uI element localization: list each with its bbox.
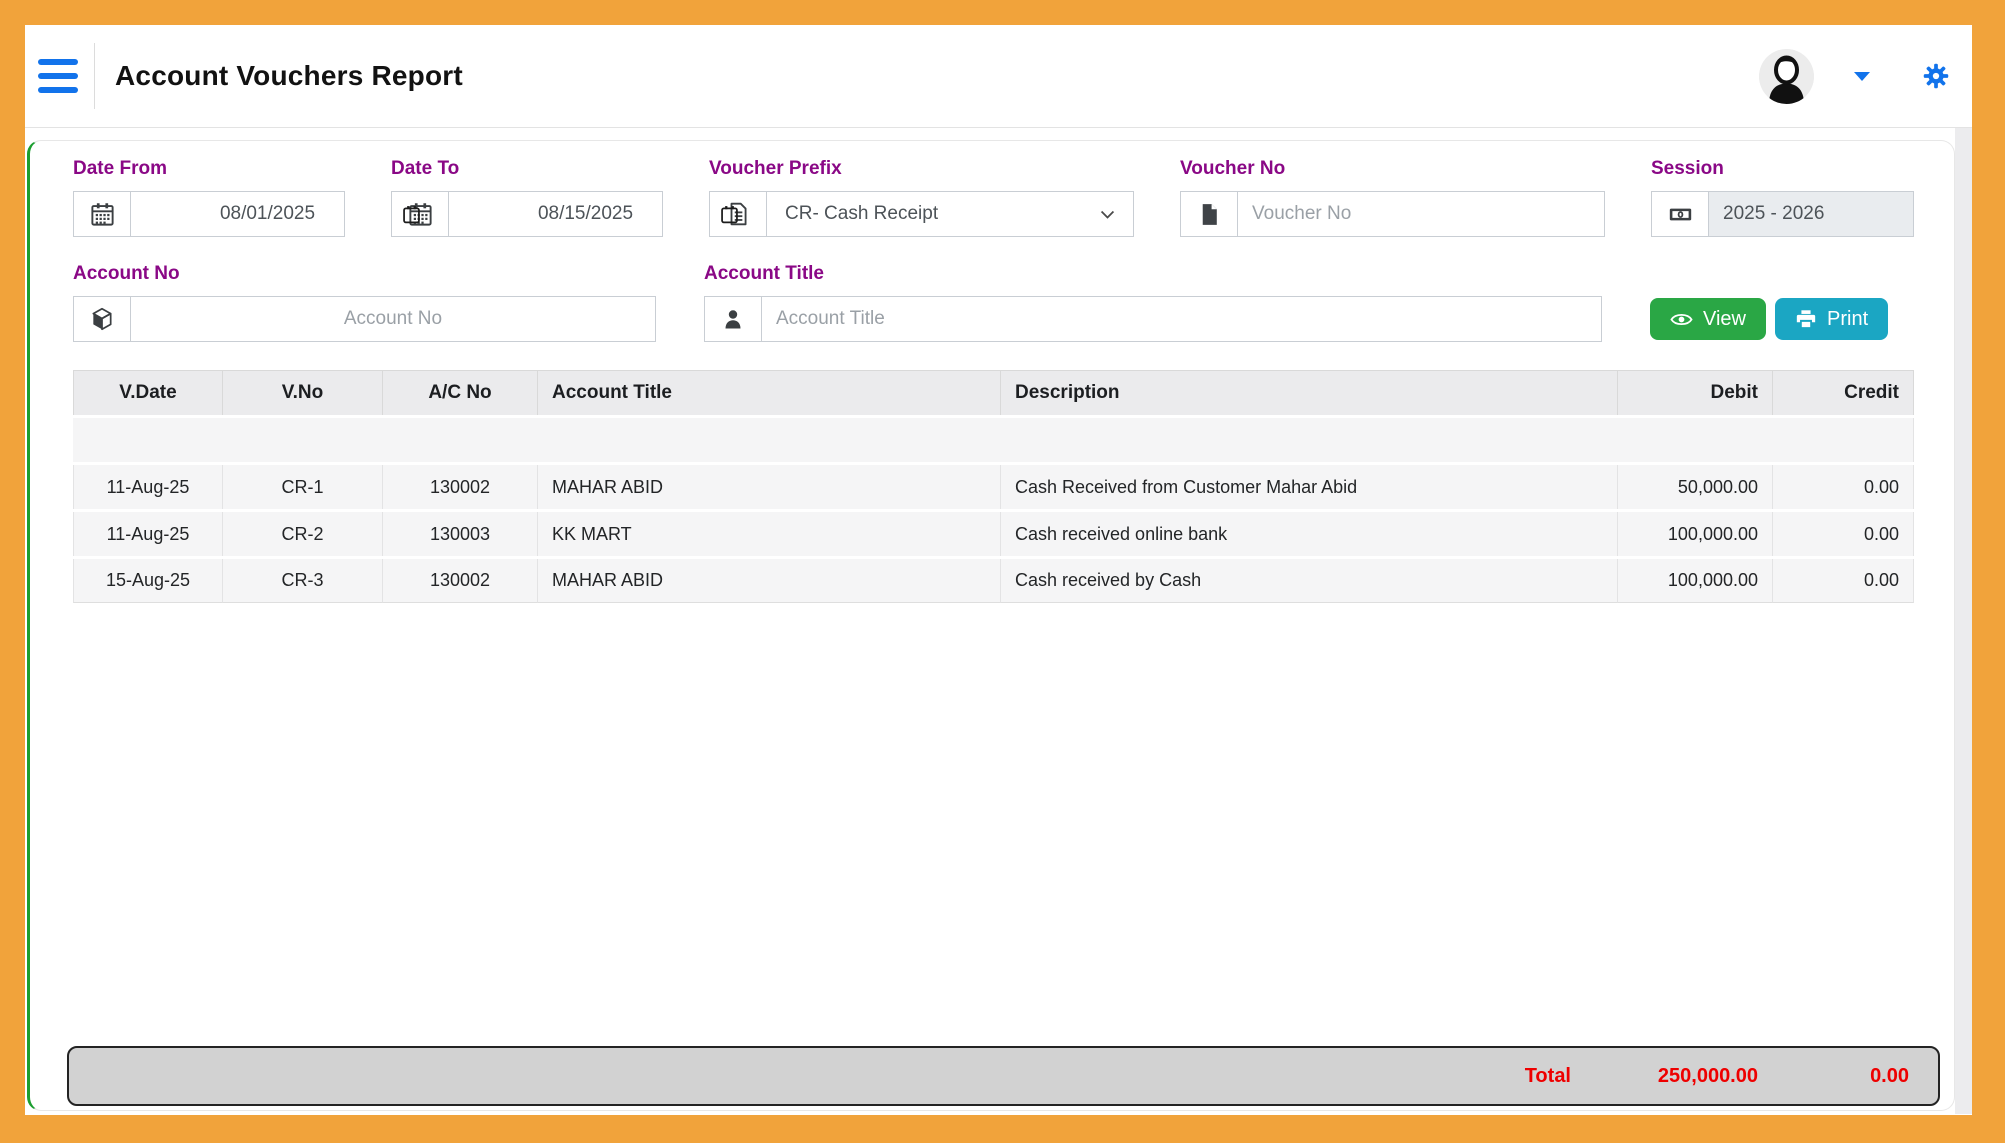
calendar-icon [74,192,131,236]
view-button[interactable]: View [1650,298,1766,340]
user-avatar[interactable] [1759,49,1814,104]
voucher-prefix-field-group: Voucher Prefix CR- Cash Receipt [709,158,1134,237]
action-buttons: View Print [1650,298,1916,342]
total-label: Total [69,1065,1623,1088]
voucher-no-field-group: Voucher No [1180,158,1605,237]
session-field-group: Session [1651,158,1914,237]
cell-vno: CR-2 [223,512,383,556]
date-from-input[interactable] [131,192,434,236]
vouchers-table: V.Date V.No A/C No Account Title Descrip… [73,367,1914,606]
vertical-scrollbar[interactable] [1955,128,1972,1114]
account-title-field-group: Account Title [704,263,1602,342]
voucher-prefix-select[interactable]: CR- Cash Receipt [767,192,1133,236]
account-no-field-group: Account No [73,263,656,342]
table-row: 11-Aug-25 CR-1 130002 MAHAR ABID Cash Re… [73,465,1914,509]
col-header-description: Description [1001,370,1618,415]
date-from-label: Date From [73,158,345,180]
cell-description: Cash received online bank [1001,512,1618,556]
cell-description: Cash Received from Customer Mahar Abid [1001,465,1618,509]
cell-credit: 0.00 [1773,559,1914,603]
col-header-vdate: V.Date [73,370,223,415]
cell-acno: 130002 [383,559,538,603]
total-credit-value: 0.00 [1778,1065,1938,1088]
col-header-credit: Credit [1773,370,1914,415]
cell-vdate: 15-Aug-25 [73,559,223,603]
account-no-input[interactable] [131,297,655,341]
header-divider [94,43,95,109]
cash-icon [1652,192,1709,236]
printer-icon [1795,308,1817,330]
account-title-label: Account Title [704,263,1602,285]
col-header-debit: Debit [1618,370,1773,415]
report-panel: Date From [27,140,1955,1111]
voucher-no-label: Voucher No [1180,158,1605,180]
cell-debit: 100,000.00 [1618,559,1773,603]
cell-credit: 0.00 [1773,465,1914,509]
cell-account-title: MAHAR ABID [538,465,1001,509]
gear-icon[interactable] [1922,62,1950,90]
cell-account-title: KK MART [538,512,1001,556]
account-title-input[interactable] [762,297,1601,341]
cell-vno: CR-1 [223,465,383,509]
voucher-no-input[interactable] [1238,192,1604,236]
date-picker-icon[interactable] [719,204,740,225]
date-from-field-group: Date From [73,158,345,237]
col-header-account-title: Account Title [538,370,1001,415]
page-body: Date From [25,128,1972,1114]
cell-debit: 50,000.00 [1618,465,1773,509]
table-spacer-row [73,418,1914,462]
table-row: 11-Aug-25 CR-2 130003 KK MART Cash recei… [73,512,1914,556]
cell-description: Cash received by Cash [1001,559,1618,603]
cell-acno: 130003 [383,512,538,556]
chevron-down-icon [1098,205,1117,224]
view-button-label: View [1703,308,1746,331]
person-silhouette-icon [1759,49,1814,104]
date-picker-icon[interactable] [401,204,422,225]
col-header-acno: A/C No [383,370,538,415]
cell-vdate: 11-Aug-25 [73,512,223,556]
person-icon [705,297,762,341]
file-fill-icon [1181,192,1238,236]
cube-icon [74,297,131,341]
page-title: Account Vouchers Report [115,60,463,92]
session-input[interactable] [1709,192,1913,236]
cell-debit: 100,000.00 [1618,512,1773,556]
account-no-label: Account No [73,263,656,285]
total-debit-value: 250,000.00 [1623,1065,1778,1088]
app-window: Account Vouchers Report [25,25,1972,1115]
voucher-prefix-label: Voucher Prefix [709,158,1134,180]
caret-down-icon[interactable] [1854,72,1870,81]
voucher-prefix-selected-value: CR- Cash Receipt [785,203,938,225]
table-header-row: V.Date V.No A/C No Account Title Descrip… [73,370,1914,415]
date-to-label: Date To [391,158,663,180]
col-header-vno: V.No [223,370,383,415]
top-header-bar: Account Vouchers Report [25,25,1972,128]
cell-credit: 0.00 [1773,512,1914,556]
cell-vdate: 11-Aug-25 [73,465,223,509]
cell-account-title: MAHAR ABID [538,559,1001,603]
date-to-input[interactable] [449,192,752,236]
print-button-label: Print [1827,308,1868,331]
cell-vno: CR-3 [223,559,383,603]
menu-icon[interactable] [38,59,78,93]
totals-bar: Total 250,000.00 0.00 [67,1046,1940,1106]
session-label: Session [1651,158,1914,180]
print-button[interactable]: Print [1775,298,1888,340]
cell-acno: 130002 [383,465,538,509]
table-row: 15-Aug-25 CR-3 130002 MAHAR ABID Cash re… [73,559,1914,603]
eye-icon [1670,308,1693,331]
